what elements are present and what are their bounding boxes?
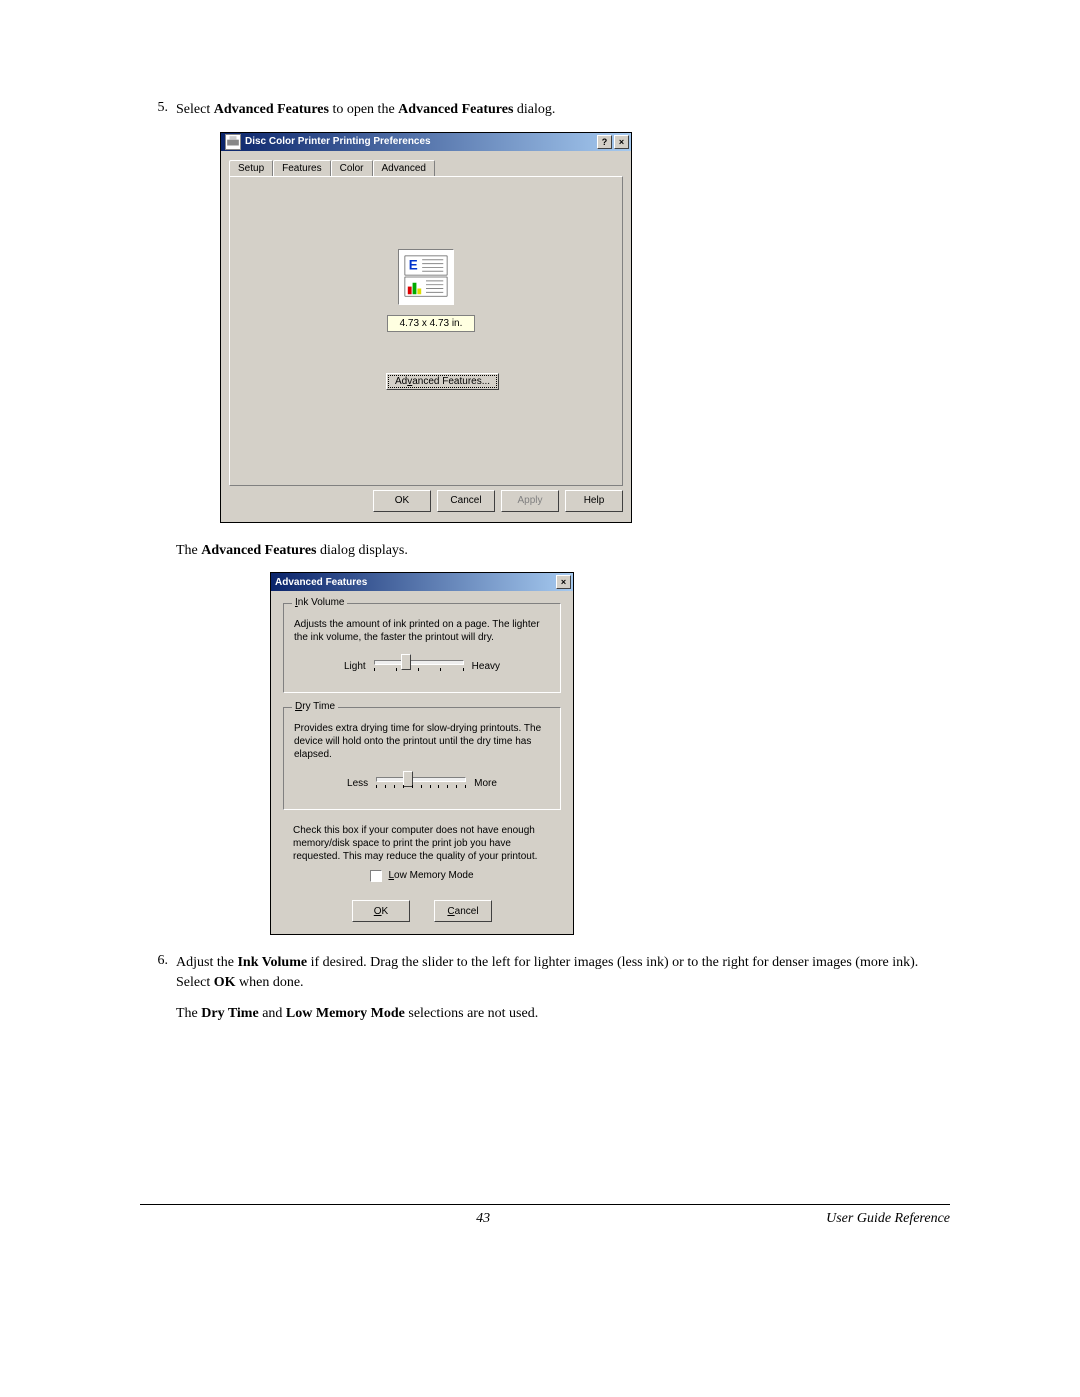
ink-volume-legend: Ink Volume: [292, 597, 347, 608]
dry-time-legend: Dry Time: [292, 701, 338, 712]
tab-features[interactable]: Features: [273, 160, 330, 177]
close-button[interactable]: ×: [556, 575, 571, 589]
page-number: 43: [476, 1211, 490, 1227]
page-preview-icon: E: [398, 249, 454, 305]
ok-button[interactable]: OK: [373, 490, 431, 512]
apply-button[interactable]: Apply: [501, 490, 559, 512]
advanced-features-button[interactable]: Advanced Features...: [386, 373, 499, 390]
dry-time-slider[interactable]: [376, 773, 466, 793]
step-6-number: 6.: [140, 953, 176, 992]
step-5-number: 5.: [140, 100, 176, 120]
help-dialog-button[interactable]: Help: [565, 490, 623, 512]
step-6: 6. Adjust the Ink Volume if desired. Dra…: [140, 953, 950, 992]
dialog2-title: Advanced Features: [275, 577, 556, 588]
dry-time-desc: Provides extra drying time for slow-dryi…: [294, 722, 550, 761]
ink-light-label: Light: [344, 661, 366, 672]
ok-button[interactable]: OK: [352, 900, 410, 922]
advanced-features-dialog: Advanced Features × Ink Volume Adjusts t…: [270, 572, 574, 935]
cancel-button[interactable]: Cancel: [437, 490, 495, 512]
tab-strip: Setup Features Color Advanced: [229, 159, 623, 177]
dialog-displays-text: The Advanced Features dialog displays.: [176, 541, 950, 561]
low-memory-section: Check this box if your computer does not…: [283, 824, 561, 882]
dry-more-label: More: [474, 778, 497, 789]
page-footer: 43 User Guide Reference: [140, 1211, 950, 1227]
dialog2-titlebar: Advanced Features ×: [271, 573, 573, 591]
dialog-titlebar: Disc Color Printer Printing Preferences …: [221, 133, 631, 151]
svg-text:E: E: [409, 257, 418, 272]
not-used-text: The Dry Time and Low Memory Mode selecti…: [176, 1004, 950, 1024]
close-button[interactable]: ×: [614, 135, 629, 149]
low-memory-label: Low Memory Mode: [388, 869, 473, 882]
low-memory-desc: Check this box if your computer does not…: [293, 824, 551, 863]
tab-color[interactable]: Color: [331, 160, 373, 177]
step-5-text: Select Advanced Features to open the Adv…: [176, 100, 950, 120]
page-size-label: 4.73 x 4.73 in.: [387, 315, 475, 332]
printing-preferences-dialog: Disc Color Printer Printing Preferences …: [220, 132, 632, 523]
ink-heavy-label: Heavy: [472, 661, 500, 672]
ink-volume-desc: Adjusts the amount of ink printed on a p…: [294, 618, 550, 644]
dry-less-label: Less: [347, 778, 368, 789]
ink-volume-slider[interactable]: [374, 656, 464, 676]
tab-setup[interactable]: Setup: [229, 160, 273, 177]
cancel-button[interactable]: Cancel: [434, 900, 492, 922]
step-6-text: Adjust the Ink Volume if desired. Drag t…: [176, 953, 950, 992]
dialog-title: Disc Color Printer Printing Preferences: [245, 136, 597, 147]
step-5: 5. Select Advanced Features to open the …: [140, 100, 950, 120]
features-panel: E: [229, 176, 623, 486]
dry-time-group: Dry Time Provides extra drying time for …: [283, 707, 561, 810]
help-button[interactable]: ?: [597, 135, 612, 149]
tab-advanced[interactable]: Advanced: [373, 160, 435, 177]
footer-rule: [140, 1204, 950, 1205]
ink-volume-group: Ink Volume Adjusts the amount of ink pri…: [283, 603, 561, 693]
low-memory-checkbox[interactable]: [370, 870, 382, 882]
printer-icon: [225, 134, 241, 150]
footer-reference: User Guide Reference: [826, 1211, 950, 1227]
